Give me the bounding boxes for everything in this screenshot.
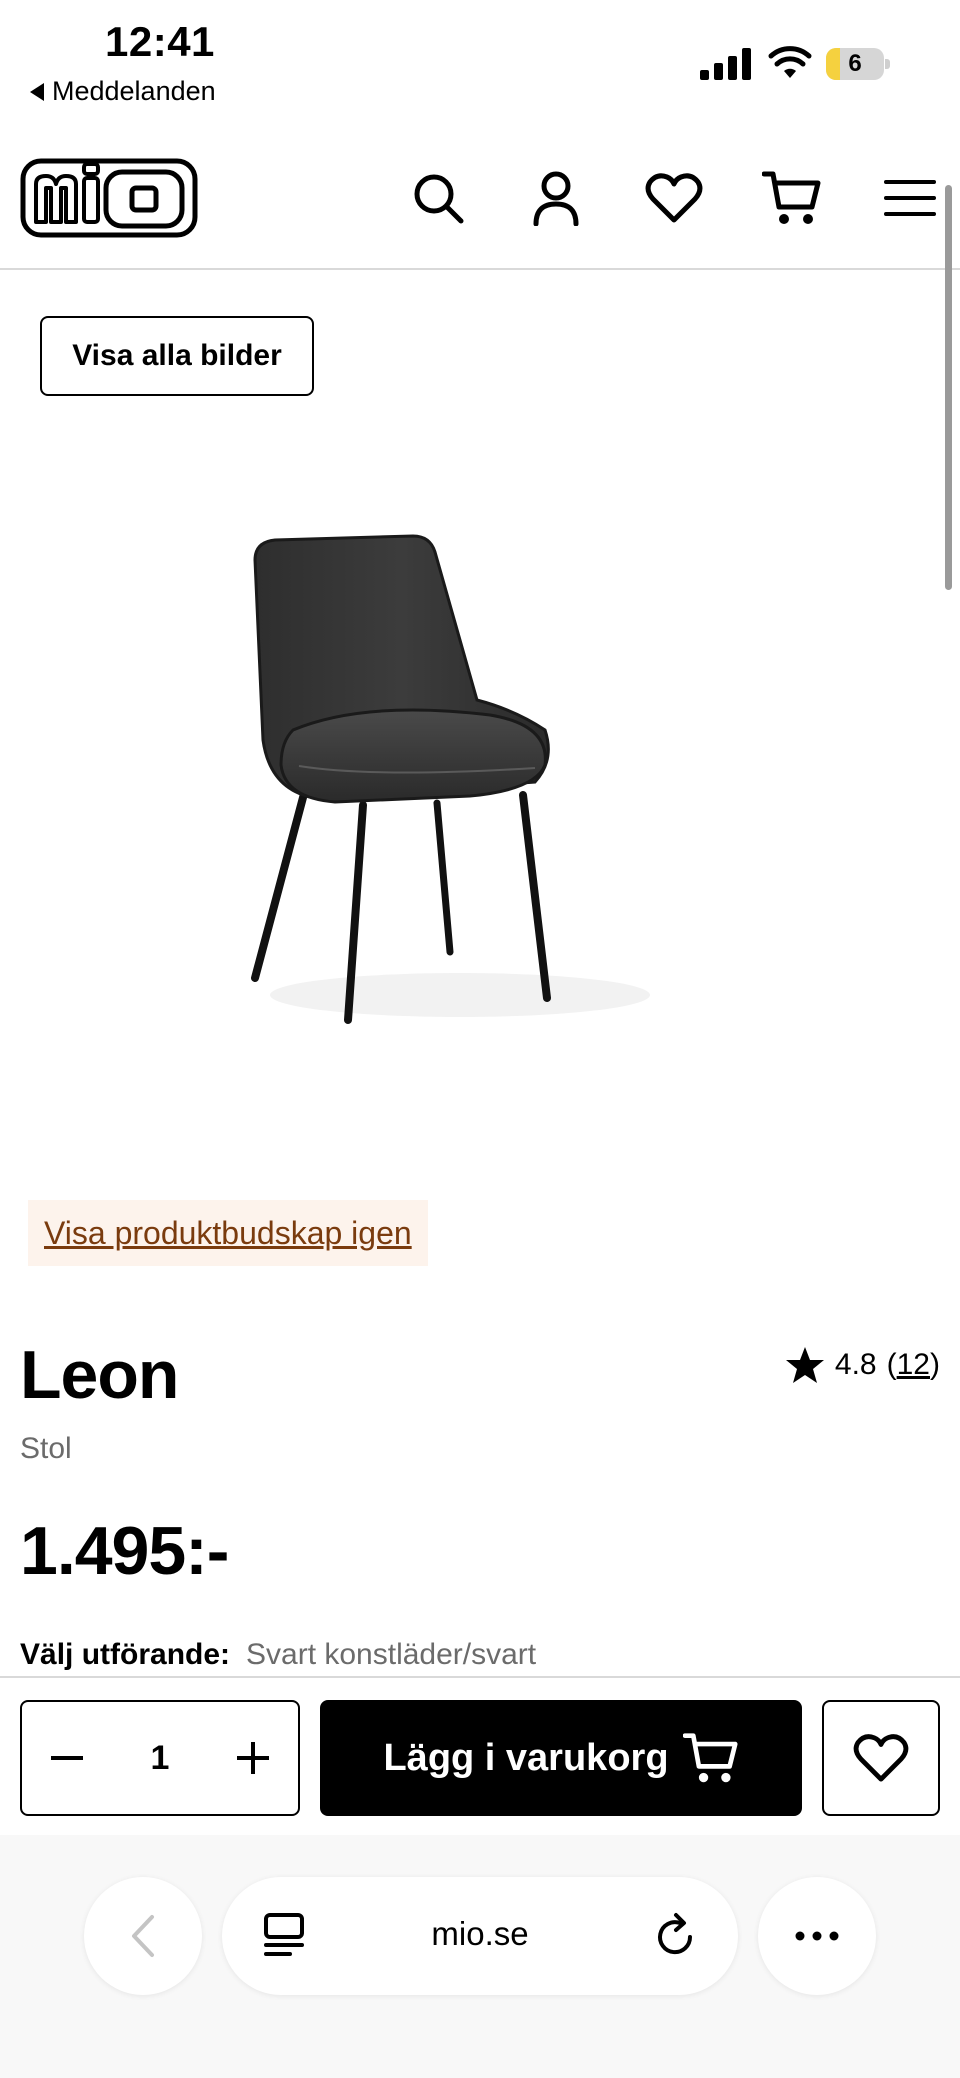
rating-value: 4.8 — [834, 1348, 877, 1381]
product-image-chair[interactable] — [215, 520, 685, 1040]
variant-value[interactable]: Svart konstläder/svart — [246, 1638, 536, 1672]
cart-icon — [682, 1733, 738, 1783]
minus-icon — [51, 1756, 83, 1760]
browser-more-button[interactable] — [758, 1877, 876, 1995]
address-bar[interactable]: mio.se — [222, 1877, 738, 1995]
quantity-value[interactable]: 1 — [151, 1739, 170, 1778]
mio-logo[interactable] — [20, 158, 198, 238]
rating-count-group[interactable]: (12) — [887, 1348, 940, 1382]
variant-selector[interactable]: Välj utförande: Svart konstläder/svart — [20, 1638, 536, 1672]
decrease-quantity-button[interactable] — [22, 1702, 112, 1814]
back-triangle-icon — [30, 82, 44, 101]
view-all-images-button[interactable]: Visa alla bilder — [40, 316, 314, 396]
product-message-link-container: Visa produktbudskap igen — [28, 1200, 428, 1266]
heart-icon[interactable] — [644, 168, 704, 228]
product-price: 1.495:- — [20, 1513, 229, 1589]
variant-label: Välj utförande: — [20, 1638, 231, 1671]
back-app-label: Meddelanden — [52, 76, 216, 106]
account-icon[interactable] — [526, 168, 586, 228]
product-title: Leon — [20, 1337, 179, 1413]
search-icon[interactable] — [408, 168, 468, 228]
status-time: 12:41 — [105, 18, 215, 65]
back-to-app-link[interactable]: Meddelanden — [30, 76, 216, 107]
header-divider — [0, 268, 960, 270]
review-count-link[interactable]: 12 — [897, 1348, 930, 1381]
quantity-stepper[interactable]: 1 — [20, 1700, 300, 1816]
battery-level: 6 — [848, 50, 862, 77]
add-to-cart-button[interactable]: Lägg i varukorg — [320, 1700, 802, 1816]
add-to-cart-label: Lägg i varukorg — [383, 1736, 669, 1779]
heart-icon — [853, 1734, 909, 1782]
increase-quantity-button[interactable] — [208, 1702, 298, 1814]
show-product-message-link[interactable]: Visa produktbudskap igen — [44, 1215, 412, 1252]
reload-icon[interactable] — [650, 1911, 700, 1961]
buy-bar-divider — [0, 1676, 960, 1678]
plus-icon — [236, 1742, 269, 1774]
page-scrollbar[interactable] — [945, 185, 952, 590]
battery-indicator: 6 — [826, 48, 892, 80]
chevron-left-icon — [132, 1915, 154, 1957]
product-rating[interactable]: 4.8 (12) — [785, 1346, 940, 1384]
more-dots-icon — [795, 1931, 839, 1941]
star-icon — [785, 1347, 824, 1383]
product-category: Stol — [20, 1432, 72, 1465]
cellular-signal-icon — [700, 48, 751, 80]
wifi-icon — [768, 46, 812, 78]
cart-icon[interactable] — [762, 168, 822, 228]
browser-back-button[interactable] — [84, 1877, 202, 1995]
add-to-wishlist-button[interactable] — [822, 1700, 940, 1816]
menu-icon[interactable] — [880, 168, 940, 228]
